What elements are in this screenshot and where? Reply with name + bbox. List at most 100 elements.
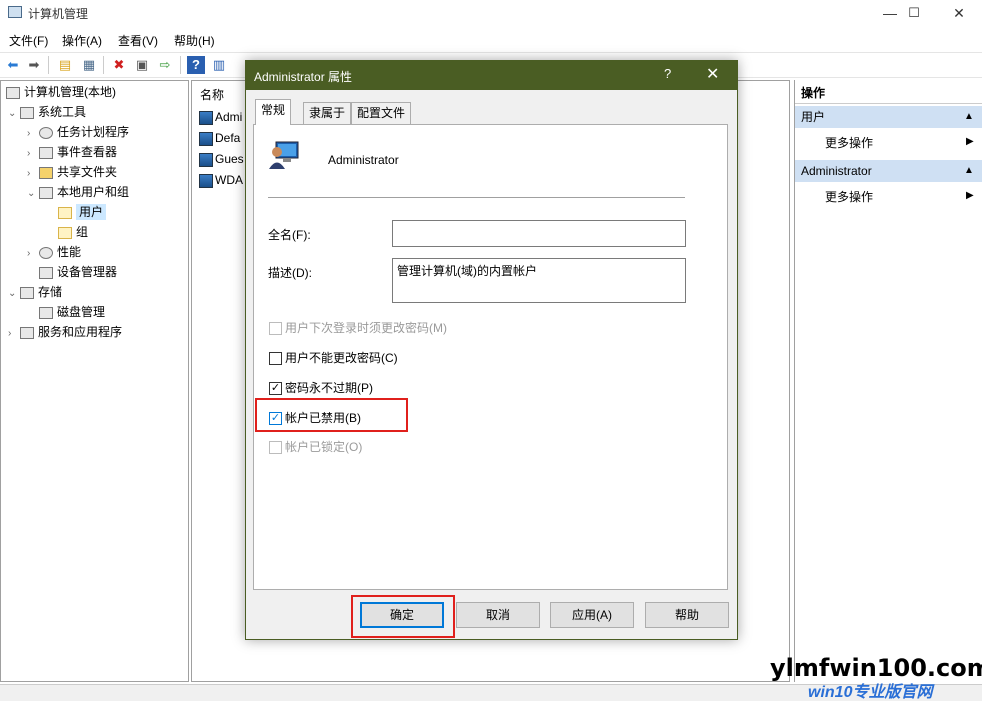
storage-icon — [20, 286, 34, 299]
tools-icon — [20, 106, 34, 119]
tree-item-local-users-groups[interactable]: ⌄ 本地用户和组 — [27, 182, 129, 202]
expand-icon[interactable]: ⌄ — [27, 184, 39, 204]
clock-icon — [39, 126, 53, 139]
fullname-label: 全名(F): — [268, 228, 311, 242]
tree-item-users[interactable]: 用户 — [58, 202, 107, 222]
help-icon[interactable]: ? — [187, 56, 205, 74]
cancel-button[interactable]: 取消 — [456, 602, 540, 628]
event-viewer-icon — [39, 146, 53, 159]
action-pane-icon[interactable]: ▥ — [210, 56, 228, 74]
checkbox-box[interactable] — [269, 352, 282, 366]
list-item[interactable]: Defa — [199, 128, 240, 148]
tab-general[interactable]: 常规 — [255, 99, 292, 125]
performance-icon — [39, 246, 53, 259]
computer-management-icon — [8, 6, 22, 18]
toolbar-separator — [103, 56, 104, 74]
delete-icon[interactable]: ✖ — [110, 56, 128, 74]
properties-icon[interactable]: ▣ — [133, 56, 151, 74]
list-item[interactable]: Gues — [199, 149, 244, 169]
tree-item-computer-management[interactable]: 计算机管理(本地) — [6, 82, 116, 102]
description-label: 描述(D): — [268, 266, 312, 280]
tree-item-services-applications[interactable]: › 服务和应用程序 — [8, 322, 122, 342]
description-field[interactable]: 管理计算机(域)的内置帐户 — [392, 258, 686, 303]
menu-bar: 文件(F) 操作(A) 查看(V) 帮助(H) — [0, 28, 982, 50]
toolbar-separator — [48, 56, 49, 74]
forward-icon[interactable]: ➡ — [25, 56, 43, 74]
expand-icon[interactable]: ⌄ — [8, 104, 20, 124]
menu-view[interactable]: 查看(V) — [118, 32, 158, 49]
submenu-arrow-icon: ▶ — [966, 190, 974, 201]
password-never-expires-checkbox[interactable]: ✓ 密码永不过期(P) — [269, 381, 373, 397]
computer-icon — [6, 86, 20, 99]
window-title: 计算机管理 — [28, 7, 89, 21]
list-item[interactable]: WDA — [199, 170, 243, 190]
user-account-icon — [269, 141, 299, 169]
list-item[interactable]: Admi — [199, 107, 242, 127]
tree-item-system-tools[interactable]: ⌄ 系统工具 — [8, 102, 86, 122]
action-group-administrator[interactable]: Administrator — [795, 160, 982, 182]
title-bar — [0, 0, 982, 26]
column-header-name[interactable]: 名称 — [200, 86, 224, 103]
tree-item-disk-management[interactable]: 磁盘管理 — [39, 302, 105, 322]
account-locked-checkbox: 帐户已锁定(O) — [269, 440, 362, 456]
maximize-button[interactable]: ☐ — [891, 0, 937, 26]
expand-icon[interactable]: › — [27, 244, 39, 264]
show-hide-tree-icon[interactable]: ▦ — [80, 56, 98, 74]
submenu-arrow-icon: ▶ — [966, 136, 974, 147]
highlight-box — [351, 595, 455, 638]
tree-item-performance[interactable]: › 性能 — [27, 242, 81, 262]
folder-icon — [58, 226, 72, 239]
divider — [268, 197, 685, 198]
must-change-password-checkbox: 用户下次登录时须更改密码(M) — [269, 321, 447, 337]
apply-button[interactable]: 应用(A) — [550, 602, 634, 628]
close-icon[interactable]: ✕ — [706, 64, 719, 84]
expand-icon[interactable]: › — [8, 324, 20, 344]
shared-folder-icon — [39, 166, 53, 179]
toolbar-separator — [180, 56, 181, 74]
tree-item-device-manager[interactable]: 设备管理器 — [39, 262, 117, 282]
services-icon — [20, 326, 34, 339]
more-actions-link[interactable]: 更多操作 — [825, 134, 873, 151]
user-icon — [199, 110, 213, 125]
disk-icon — [39, 306, 53, 319]
more-actions-link[interactable]: 更多操作 — [825, 188, 873, 205]
help-icon[interactable]: ? — [664, 66, 671, 81]
up-folder-icon[interactable]: ▤ — [56, 56, 74, 74]
users-icon — [39, 186, 53, 199]
checkbox-box — [269, 441, 282, 455]
action-group-users[interactable]: 用户 — [795, 106, 982, 128]
expand-icon[interactable]: › — [27, 124, 39, 144]
menu-action[interactable]: 操作(A) — [62, 32, 102, 49]
collapse-icon[interactable]: ▲ — [964, 111, 974, 122]
tab-profile[interactable]: 配置文件 — [351, 102, 412, 124]
fullname-field[interactable] — [392, 220, 686, 247]
expand-icon[interactable]: ⌄ — [8, 284, 20, 304]
tree-item-groups[interactable]: 组 — [58, 222, 88, 242]
tree-item-shared-folders[interactable]: › 共享文件夹 — [27, 162, 117, 182]
tree-item-event-viewer[interactable]: › 事件查看器 — [27, 142, 117, 162]
export-list-icon[interactable]: ⇨ — [156, 56, 174, 74]
dialog-title: Administrator 属性 — [254, 70, 353, 84]
tab-member-of[interactable]: 隶属于 — [303, 102, 352, 124]
highlight-box — [255, 398, 408, 432]
user-icon — [199, 152, 213, 167]
tree-item-storage[interactable]: ⌄ 存储 — [8, 282, 62, 302]
tree-item-task-scheduler[interactable]: › 任务计划程序 — [27, 122, 129, 142]
menu-file[interactable]: 文件(F) — [9, 32, 48, 49]
collapse-icon[interactable]: ▲ — [964, 165, 974, 176]
actions-header: 操作 — [795, 82, 982, 104]
help-button[interactable]: 帮助 — [645, 602, 729, 628]
device-manager-icon — [39, 266, 53, 279]
watermark-subtitle: win10专业版官网 — [808, 684, 933, 701]
back-icon[interactable]: ⬅ — [4, 56, 22, 74]
checkmark-icon[interactable]: ✓ — [269, 382, 282, 396]
expand-icon[interactable]: › — [27, 164, 39, 184]
cannot-change-password-checkbox[interactable]: 用户不能更改密码(C) — [269, 351, 398, 367]
user-icon — [199, 173, 213, 188]
user-icon — [199, 131, 213, 146]
menu-help[interactable]: 帮助(H) — [174, 32, 215, 49]
account-name: Administrator — [328, 153, 399, 167]
folder-icon — [58, 206, 72, 219]
expand-icon[interactable]: › — [27, 144, 39, 164]
close-button[interactable]: ✕ — [936, 0, 982, 26]
